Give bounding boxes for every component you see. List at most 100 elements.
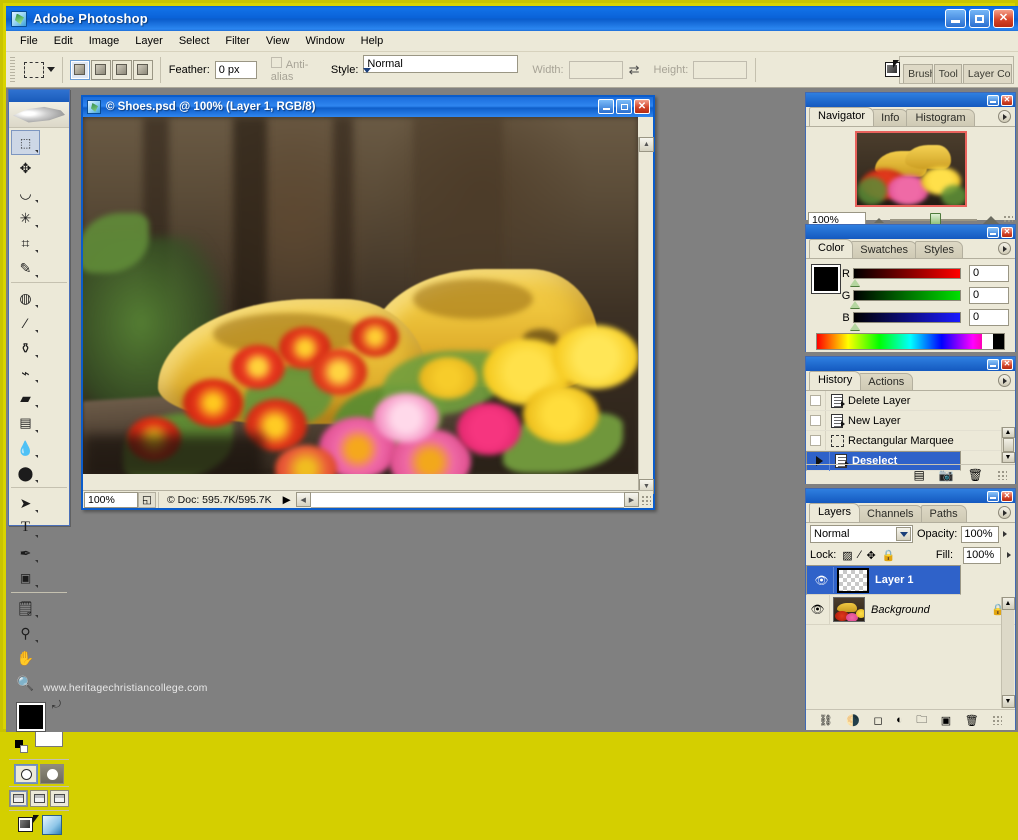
add-layer-mask-icon[interactable]: ◻ [873,714,882,727]
navigator-close-button[interactable]: ✕ [1001,95,1013,106]
delete-state-icon[interactable]: 🗑 [968,468,983,482]
menu-item-layer[interactable]: Layer [127,33,171,49]
jump-to-imageready-button[interactable] [17,815,39,835]
layers-minimize-button[interactable] [987,491,999,502]
tool-zoom[interactable]: 🔍 [11,670,40,695]
color-spectrum-ramp[interactable] [816,333,1005,350]
new-selection-button[interactable] [70,60,90,80]
close-button[interactable]: ✕ [993,9,1014,28]
canvas-vertical-scrollbar[interactable]: ▲ ▼ [638,137,653,494]
history-brush-source-toggle[interactable] [806,391,826,410]
tool-type[interactable]: T [11,515,40,540]
green-slider-knob[interactable] [850,301,860,308]
new-snapshot-icon[interactable]: 📷 [939,468,954,482]
tool-clone-stamp[interactable]: ⚱ [11,335,40,360]
resize-grip[interactable] [641,495,651,505]
navigator-title-bar[interactable]: ✕ [806,93,1015,107]
document-minimize-button[interactable] [598,99,614,114]
link-layers-icon[interactable]: ⛓ [819,714,833,727]
tab-paths[interactable]: Paths [921,505,967,522]
layer-row-layer-1[interactable]: 👁 Layer 1 [806,565,961,595]
tab-swatches[interactable]: Swatches [851,241,917,258]
history-scroll-thumb[interactable] [1003,438,1014,452]
layer-visibility-toggle[interactable]: 👁 [810,567,834,593]
status-scroll-track[interactable] [311,492,624,508]
color-title-bar[interactable]: ✕ [806,225,1015,239]
tool-slice[interactable]: ✎ [11,255,40,280]
height-input[interactable] [693,61,747,79]
lock-image-pixels-icon[interactable]: ⁄ [859,549,861,561]
history-state-row[interactable]: New Layer [806,411,1001,431]
well-tab-tool-presets[interactable]: Tool P [934,64,962,83]
color-foreground-swatch[interactable] [812,265,840,293]
layers-resize-grip[interactable] [992,715,1002,725]
green-slider[interactable] [853,290,961,301]
blend-mode-select[interactable]: Normal [810,525,913,543]
tool-preset-picker[interactable] [20,57,63,83]
maximize-button[interactable] [969,9,990,28]
layer-row-background[interactable]: 👁 Background 🔒 [806,595,1015,625]
add-layer-style-icon[interactable]: 🌗 [846,714,860,727]
style-select[interactable]: Normal [363,55,518,85]
imageready-icon[interactable] [42,815,62,835]
menu-item-view[interactable]: View [258,33,298,49]
tool-notes[interactable]: 🗒 [11,595,40,620]
status-menu-arrow-icon[interactable]: ▶ [280,494,294,506]
tab-layers[interactable]: Layers [809,503,860,522]
history-state-row[interactable]: Delete Layer [806,391,1001,411]
layers-scrollbar[interactable]: ▲ ▼ [1001,597,1014,708]
history-minimize-button[interactable] [987,359,999,370]
new-adjustment-layer-icon[interactable]: ◐ [896,714,903,726]
chevron-down-icon[interactable] [47,67,55,72]
menu-item-filter[interactable]: Filter [217,33,257,49]
history-title-bar[interactable]: ✕ [806,357,1015,371]
opacity-input[interactable]: 100% [961,526,999,543]
blue-slider[interactable] [853,312,961,323]
color-close-button[interactable]: ✕ [1001,227,1013,238]
fill-stepper-icon[interactable] [1007,552,1011,558]
color-minimize-button[interactable] [987,227,999,238]
layer-visibility-toggle[interactable]: 👁 [806,595,830,624]
color-palette-menu-icon[interactable] [998,242,1011,255]
green-value[interactable]: 0 [969,287,1009,304]
tool-eraser[interactable]: ▰ [11,385,40,410]
tool-path-selection[interactable]: ➤ [11,490,40,515]
history-scrollbar[interactable]: ▲ ▼ [1001,427,1014,463]
minimize-button[interactable] [945,9,966,28]
history-scroll-down-button[interactable]: ▼ [1002,452,1015,463]
intersect-with-selection-button[interactable] [133,60,153,80]
red-slider[interactable] [853,268,961,279]
tool-magic-wand[interactable]: ✳ [11,205,40,230]
lock-all-icon[interactable]: 🔒 [882,549,896,562]
quick-mask-mode-button[interactable] [40,764,64,784]
width-input[interactable] [569,61,623,79]
history-state-row[interactable]: Rectangular Marquee [806,431,1001,451]
document-maximize-button[interactable] [616,99,632,114]
tab-navigator[interactable]: Navigator [809,107,874,126]
layer-thumbnail[interactable] [833,597,865,622]
history-resize-grip[interactable] [997,470,1007,480]
navigator-minimize-button[interactable] [987,95,999,106]
tool-hand[interactable]: ✋ [11,645,40,670]
tool-pen[interactable]: ✒ [11,540,40,565]
tool-dodge[interactable]: ⬤ [11,460,40,485]
layers-title-bar[interactable]: ✕ [806,489,1015,503]
zoom-out-icon[interactable] [874,218,884,223]
history-brush-source-toggle[interactable] [806,431,826,450]
menu-item-edit[interactable]: Edit [46,33,81,49]
navigator-thumbnail[interactable] [857,133,965,205]
history-close-button[interactable]: ✕ [1001,359,1013,370]
full-screen-with-menubar-button[interactable] [30,790,49,807]
menu-item-image[interactable]: Image [81,33,128,49]
tab-actions[interactable]: Actions [859,373,913,390]
delete-layer-icon[interactable]: 🗑 [965,714,979,727]
full-screen-mode-button[interactable] [50,790,69,807]
menu-item-select[interactable]: Select [171,33,218,49]
chevron-down-icon[interactable] [363,73,518,85]
blue-slider-knob[interactable] [850,323,860,330]
well-tab-brushes[interactable]: Brushe [903,64,933,83]
zoom-in-icon[interactable] [983,216,999,224]
tool-blur[interactable]: 💧 [11,435,40,460]
ramp-black-swatch[interactable] [993,334,1004,349]
menu-item-help[interactable]: Help [353,33,392,49]
